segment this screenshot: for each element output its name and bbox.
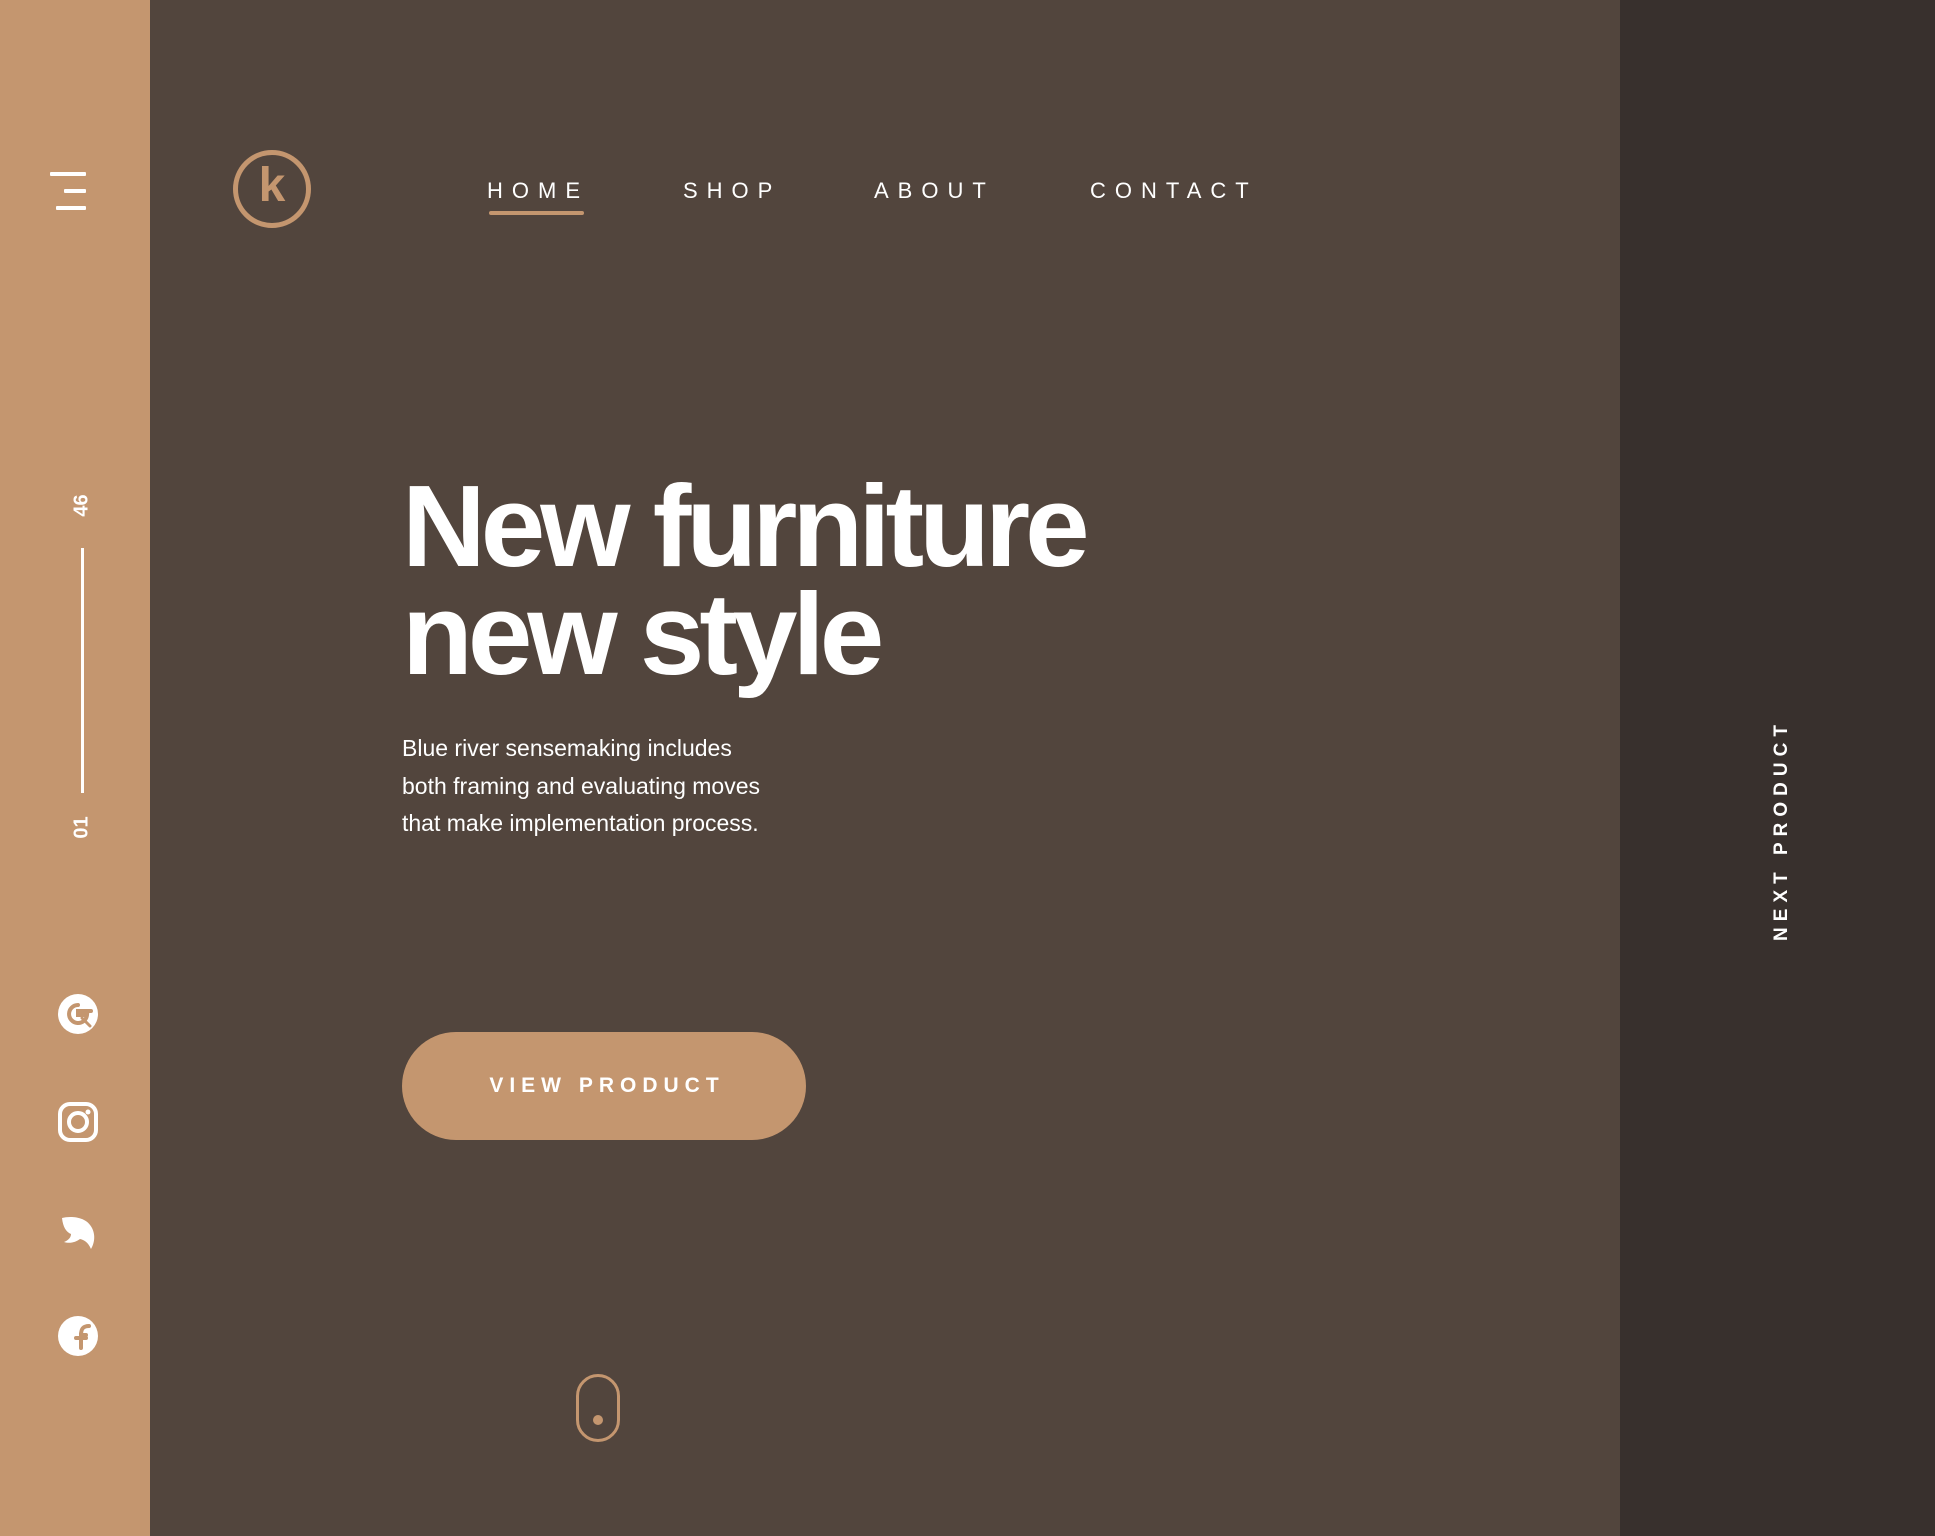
dribbble-icon[interactable] (56, 992, 100, 1036)
hero-title-line1: New furniture (402, 461, 1090, 591)
left-sidebar: 46 01 (0, 0, 150, 1536)
hero-title-line2: new style (402, 569, 884, 699)
slide-progress-line (81, 548, 84, 793)
nav-contact[interactable]: CONTACT (1090, 178, 1258, 204)
twitter-icon[interactable] (56, 1208, 100, 1252)
hero-description-line2: both framing and evaluating moves (402, 772, 760, 799)
menu-line (64, 189, 86, 193)
hero-title: New furniture new style (402, 461, 1090, 699)
hero-description-line3: that make implementation process. (402, 810, 759, 836)
nav-active-indicator (489, 211, 584, 215)
hero-description: Blue river sensemaking includes both fra… (402, 730, 760, 843)
brand-logo[interactable]: k (233, 150, 311, 228)
scroll-dot (593, 1415, 603, 1425)
nav-shop[interactable]: SHOP (683, 178, 781, 204)
hero-description-line1: Blue river sensemaking includes (402, 735, 732, 761)
menu-line (56, 206, 86, 210)
nav-home[interactable]: HOME (487, 178, 589, 204)
next-product-link[interactable]: NEXT PRODUCT (1768, 680, 1796, 980)
slide-current: 01 (70, 816, 93, 839)
hamburger-menu-icon[interactable] (50, 170, 90, 214)
facebook-icon[interactable] (56, 1314, 100, 1358)
instagram-icon[interactable] (56, 1100, 100, 1144)
menu-line (50, 172, 86, 176)
logo-letter: k (258, 159, 286, 212)
mouse-scroll-icon[interactable] (576, 1374, 620, 1442)
view-product-button[interactable]: VIEW PRODUCT (402, 1032, 806, 1140)
slide-total: 46 (70, 494, 93, 517)
nav-about[interactable]: ABOUT (874, 178, 995, 204)
main-content (150, 0, 1620, 1536)
